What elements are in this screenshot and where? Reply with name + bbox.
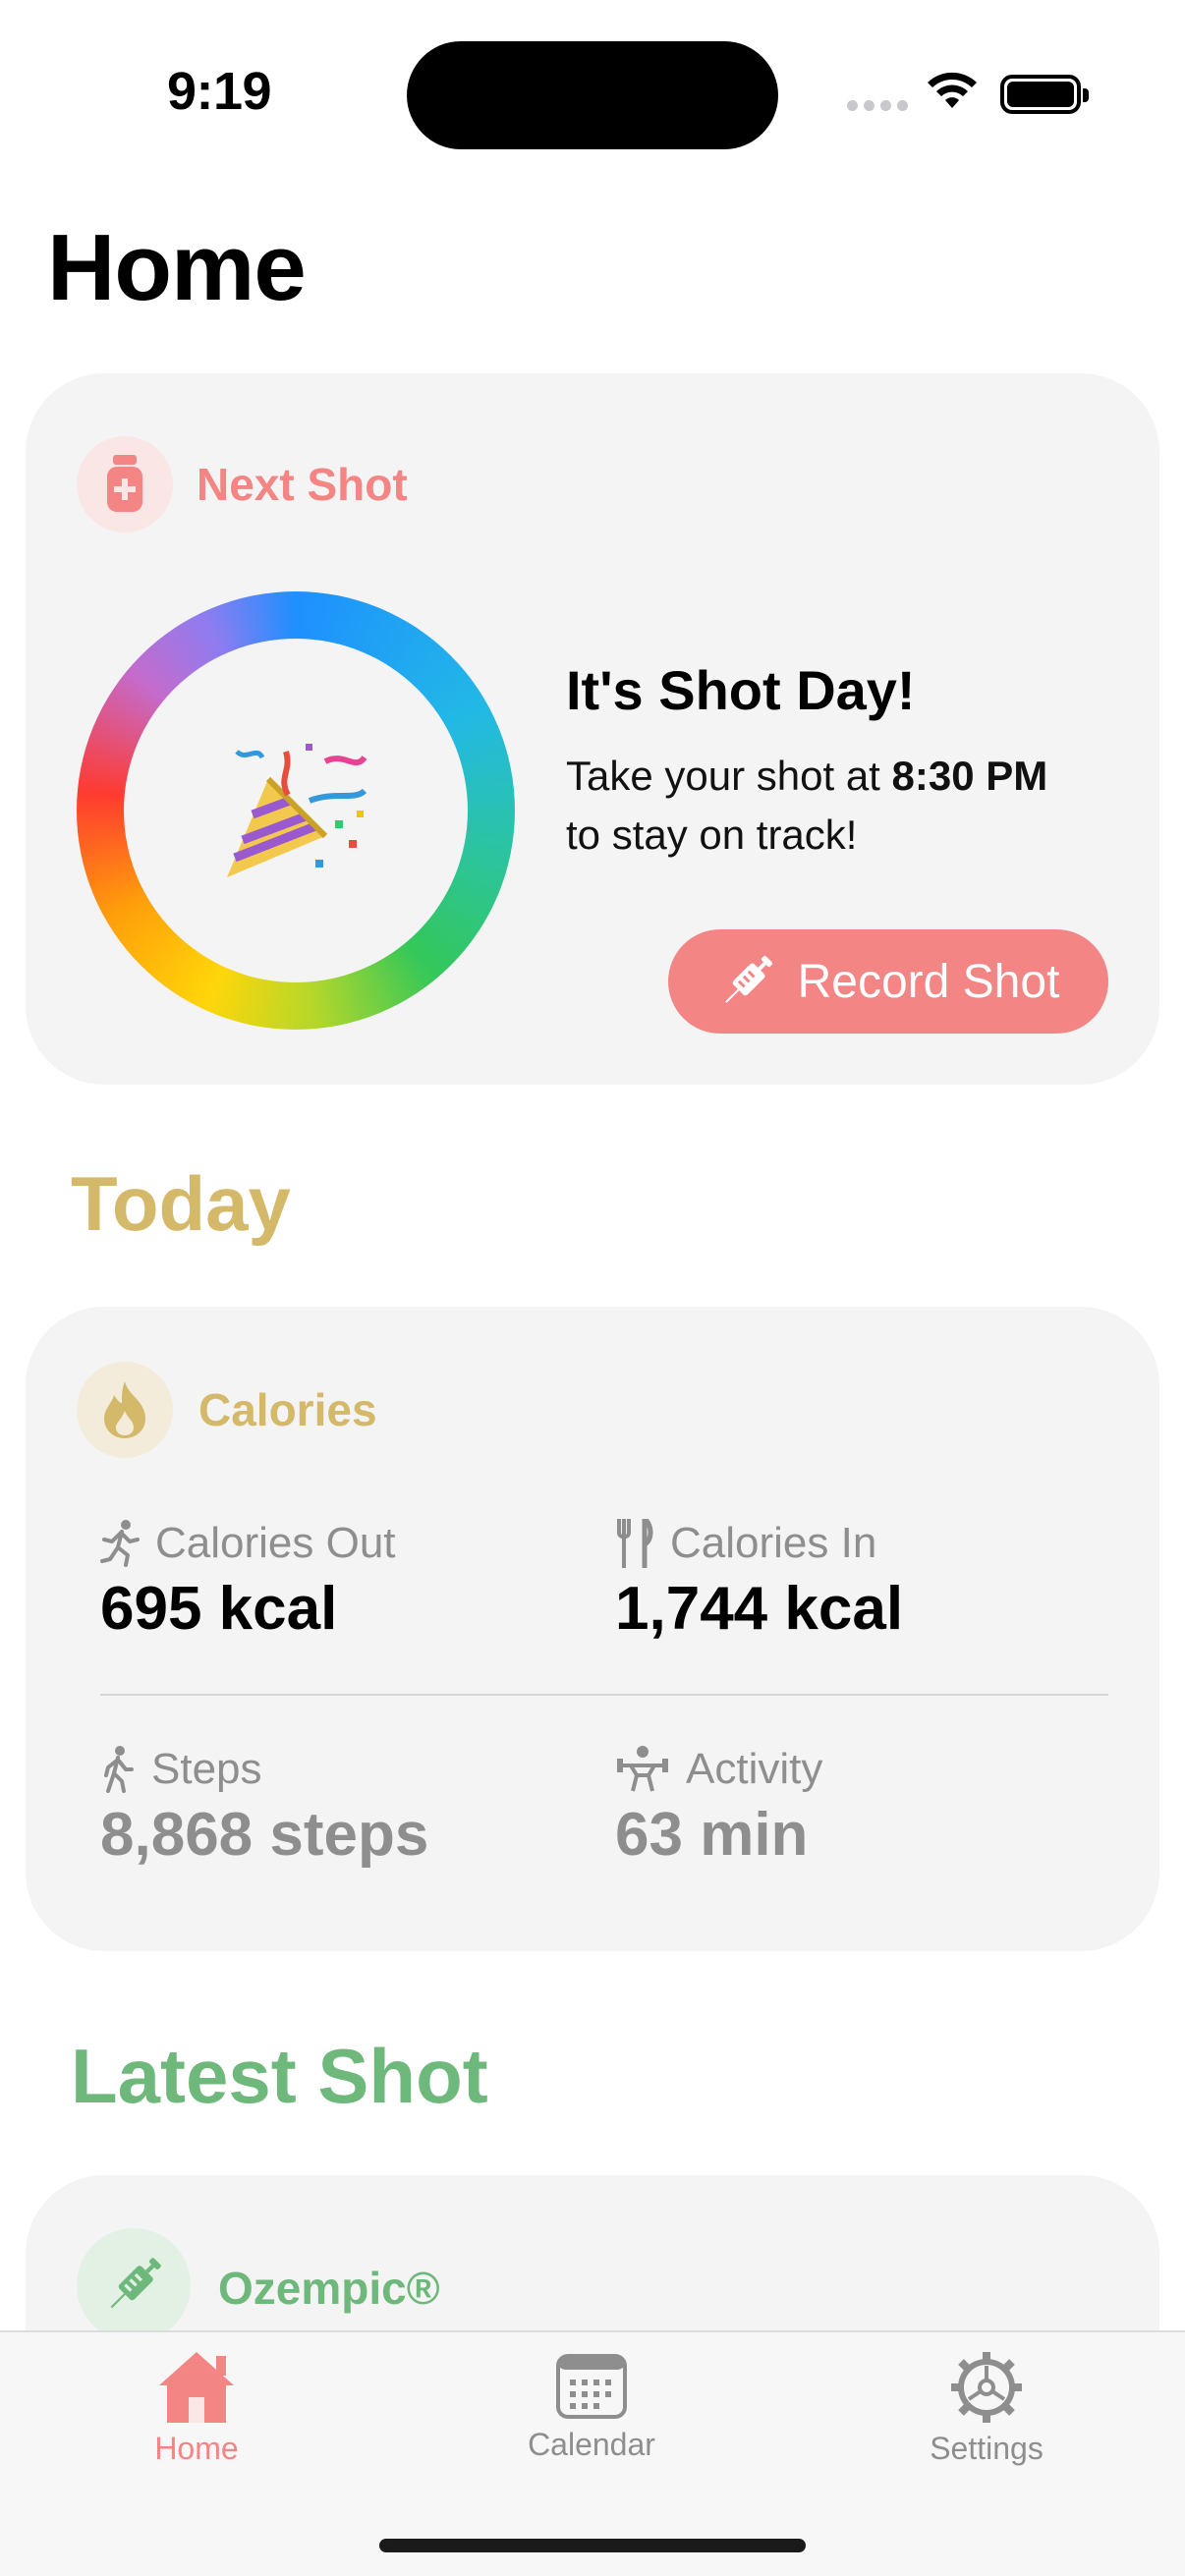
calories-out-stat: Calories Out 695 kcal [100, 1519, 396, 1644]
calendar-icon [556, 2354, 627, 2419]
tab-settings-label: Settings [930, 2431, 1044, 2466]
home-indicator[interactable] [379, 2539, 806, 2552]
calories-in-label: Calories In [670, 1519, 877, 1567]
gear-icon [951, 2352, 1022, 2423]
latest-shot-badge [77, 2228, 191, 2342]
steps-value: 8,868 steps [100, 1801, 429, 1869]
shot-progress-ring [77, 591, 515, 1030]
record-shot-label: Record Shot [797, 955, 1060, 1008]
next-shot-card[interactable]: Next Shot It's Shot Day! Take your shot … [26, 373, 1159, 1085]
calories-title: Calories [198, 1384, 377, 1435]
running-icon [100, 1520, 140, 1567]
latest-shot-section-title: Latest Shot [71, 2033, 488, 2119]
house-icon [159, 2352, 234, 2423]
shot-message-prefix: Take your shot at [566, 753, 892, 799]
shot-time: 8:30 PM [891, 753, 1048, 799]
shot-message-suffix: to stay on track! [566, 812, 858, 858]
cellular-signal-icon [847, 100, 908, 111]
calories-badge [77, 1362, 173, 1458]
page-title: Home [47, 215, 307, 320]
tab-home-label: Home [154, 2431, 239, 2466]
syringe-icon [110, 2258, 161, 2309]
calories-out-value: 695 kcal [100, 1575, 338, 1643]
shot-day-headline: It's Shot Day! [566, 659, 916, 721]
today-section-title: Today [71, 1160, 291, 1247]
tab-settings[interactable]: Settings [888, 2350, 1085, 2467]
syringe-icon [724, 955, 772, 1003]
steps-stat: Steps 8,868 steps [100, 1745, 428, 1870]
calories-in-value: 1,744 kcal [615, 1575, 904, 1643]
tab-home[interactable]: Home [98, 2350, 295, 2467]
walking-icon [104, 1746, 134, 1793]
wifi-icon [928, 72, 977, 108]
activity-value: 63 min [615, 1801, 809, 1869]
next-shot-title: Next Shot [197, 459, 408, 510]
stats-divider [100, 1694, 1108, 1696]
medicine-vial-icon [107, 455, 142, 512]
next-shot-badge [77, 436, 173, 532]
flame-icon [104, 1381, 145, 1438]
dynamic-island [407, 41, 778, 149]
fork-knife-icon [617, 1519, 653, 1568]
weightlifting-icon [617, 1746, 668, 1792]
activity-stat: Activity 63 min [615, 1745, 822, 1870]
party-popper-icon [227, 744, 367, 877]
tab-calendar[interactable]: Calendar [493, 2350, 690, 2463]
latest-shot-medication: Ozempic® [218, 2263, 440, 2314]
status-time: 9:19 [167, 62, 272, 121]
battery-icon [1000, 75, 1089, 114]
steps-label: Steps [151, 1745, 262, 1793]
record-shot-button[interactable]: Record Shot [668, 929, 1108, 1034]
calories-card[interactable]: Calories Calories Out 695 kcal Calories … [26, 1307, 1159, 1951]
calories-in-stat: Calories In 1,744 kcal [615, 1519, 903, 1644]
shot-day-message: Take your shot at 8:30 PM to stay on tra… [566, 747, 1136, 865]
calories-out-label: Calories Out [155, 1519, 396, 1567]
activity-label: Activity [686, 1745, 823, 1793]
tab-calendar-label: Calendar [528, 2427, 655, 2462]
